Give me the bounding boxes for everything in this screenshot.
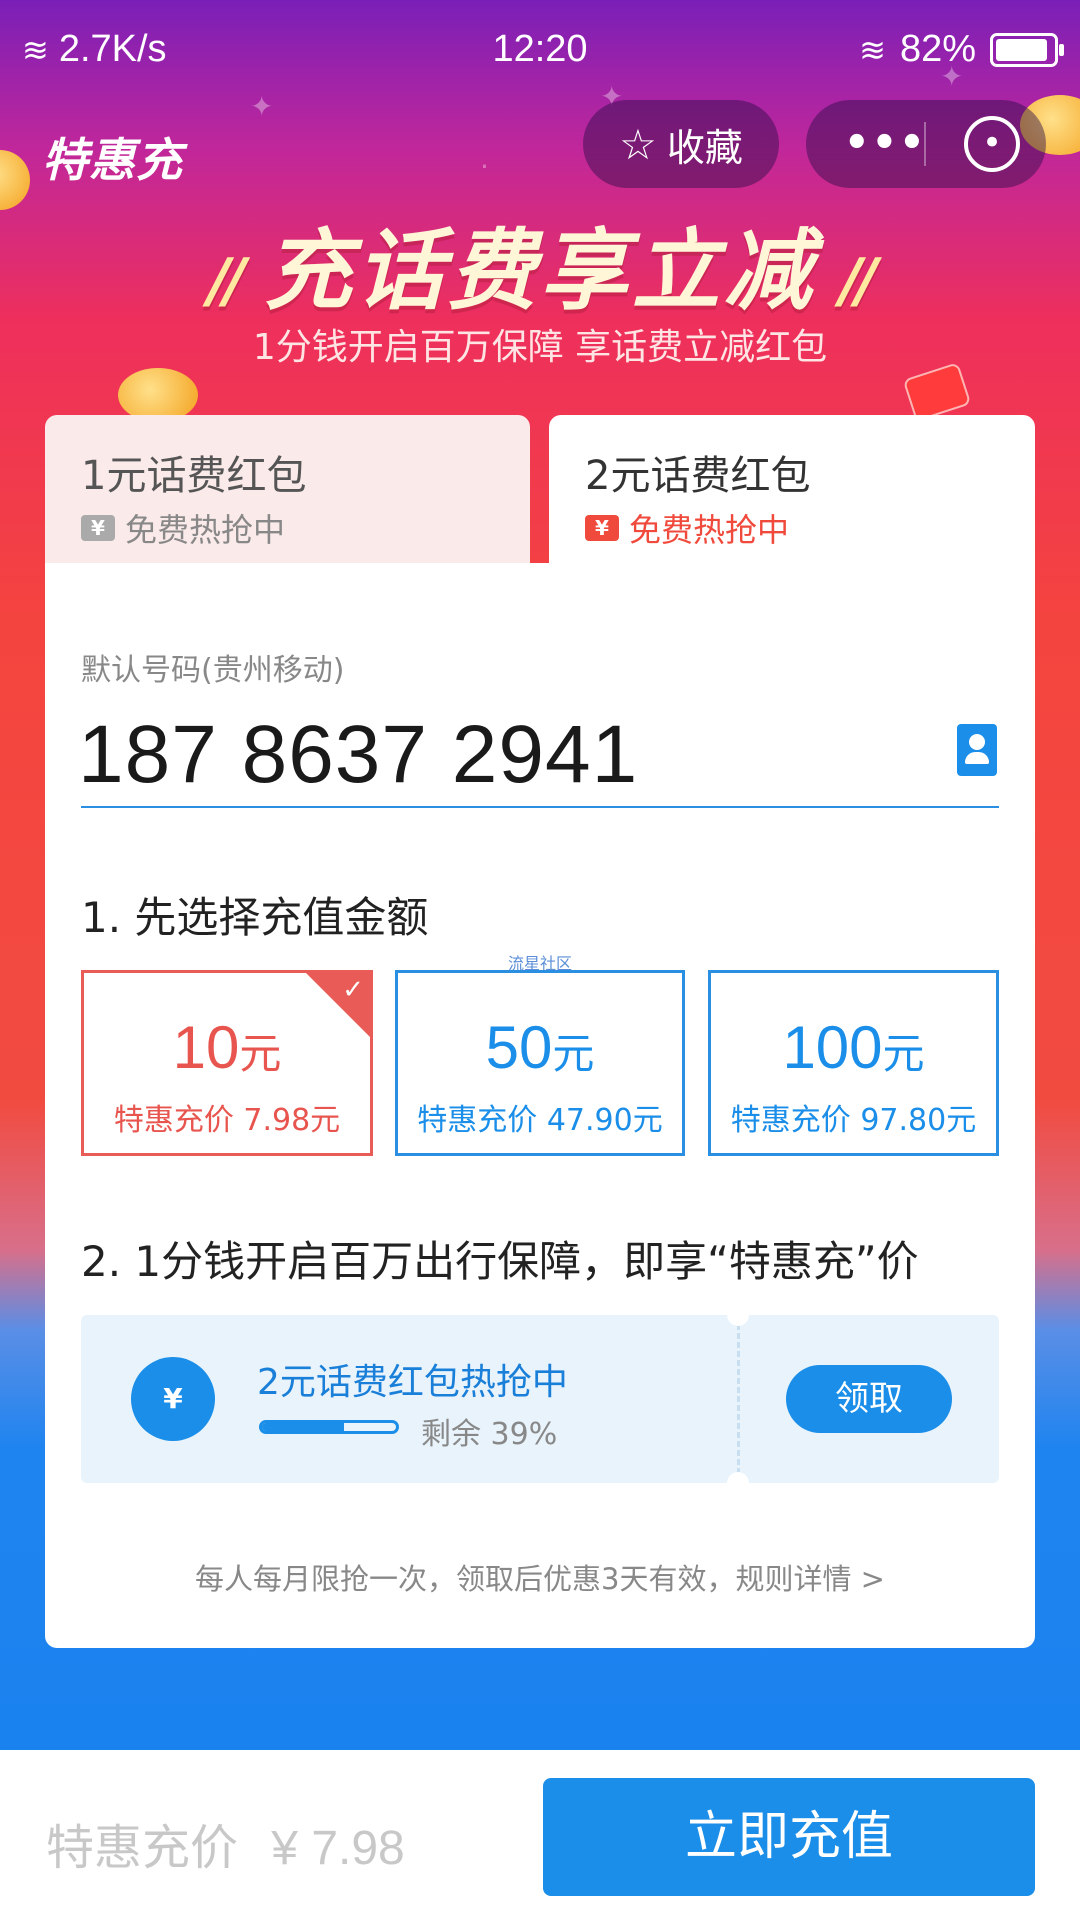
recharge-now-button[interactable]: 立即充值	[543, 1778, 1035, 1896]
amount-unit: 元	[882, 1029, 925, 1078]
rules-link[interactable]: 每人每月限抢一次，领取后优惠3天有效，规则详情 >	[0, 1556, 1080, 1598]
hero-slash-right: //	[840, 246, 878, 316]
contacts-icon[interactable]	[957, 724, 997, 776]
favorite-button[interactable]: ☆ 收藏	[583, 100, 779, 188]
phone-underline	[81, 806, 999, 808]
coupon-notch	[727, 1315, 749, 1326]
step2-title: 2. 1分钱开启百万出行保障，即享“特惠充”价	[81, 1237, 919, 1286]
coin-decoration	[118, 368, 198, 422]
amount-number: 100	[782, 1014, 883, 1081]
promo-title: 2元话费红包热抢中	[257, 1362, 568, 1403]
hero-title: //充话费享立减//	[0, 200, 1080, 327]
tab-status: 免费热抢中	[629, 511, 790, 549]
tab-1yuan-redpacket[interactable]: 1元话费红包 ¥ 免费热抢中	[45, 415, 530, 563]
price-value: ¥ 7.98	[271, 1822, 405, 1875]
phone-label: 默认号码(贵州移动)	[81, 653, 345, 688]
amount-option-10[interactable]: ✓ 10元 特惠充价 7.98元	[81, 970, 373, 1156]
tab-title: 2元话费红包	[585, 453, 811, 499]
ticket-icon: ¥	[81, 515, 115, 541]
close-icon[interactable]: •	[964, 116, 1020, 172]
tab-status: 免费热抢中	[125, 511, 286, 549]
coupon-divider	[737, 1315, 740, 1483]
battery-icon	[990, 32, 1064, 67]
amount-value: 10元	[84, 1013, 370, 1082]
favorite-label: 收藏	[666, 125, 743, 170]
tab-2yuan-redpacket[interactable]: 2元话费红包 ¥ 免费热抢中	[549, 415, 1035, 563]
capsule-menu: ••• •	[806, 100, 1046, 188]
bottom-price: 特惠充价 ¥ 7.98	[46, 1808, 405, 1878]
remaining-label: 剩余 39%	[421, 1417, 558, 1452]
claim-button[interactable]: 领取	[786, 1365, 952, 1433]
amount-option-50[interactable]: 50元 特惠充价 47.90元	[395, 970, 685, 1156]
capsule-divider	[924, 122, 926, 166]
tab-title: 1元话费红包	[81, 453, 307, 499]
coupon-icon: ¥	[131, 1357, 215, 1441]
ticket-icon: ¥	[585, 515, 619, 541]
phone-number-input[interactable]: 187 8637 2941	[78, 708, 638, 802]
more-button[interactable]: •••	[844, 120, 927, 166]
check-icon: ✓	[342, 975, 364, 1005]
amount-price: 特惠充价 97.80元	[730, 1103, 977, 1138]
amount-number: 10	[172, 1014, 240, 1081]
redpacket-promo: ¥ 2元话费红包热抢中 剩余 39% 领取	[81, 1315, 999, 1483]
hero-slash-left: //	[208, 246, 246, 316]
app-title: 特惠充	[42, 133, 183, 187]
hero-subtitle: 1分钱开启百万保障 享话费立减红包	[252, 327, 828, 368]
remaining-progress-bar	[259, 1420, 399, 1434]
tab-subtitle: ¥ 免费热抢中	[81, 505, 285, 551]
battery-percent: 82%	[899, 28, 976, 70]
amount-unit: 元	[552, 1029, 595, 1078]
network-icon: ≋	[859, 31, 886, 68]
amount-value: 100元	[711, 1013, 996, 1082]
amount-unit: 元	[239, 1029, 282, 1078]
coupon-notch	[727, 1472, 749, 1483]
status-bar: ≋ 2.7K/s 12:20 ≋ 82%	[0, 0, 1080, 100]
step1-title: 1. 先选择充值金额	[81, 893, 429, 942]
amount-value: 50元	[398, 1013, 682, 1082]
tab-subtitle: ¥ 免费热抢中	[585, 505, 789, 551]
amount-price: 特惠充价 7.98元	[113, 1103, 341, 1138]
hero-title-text: 充话费享立减	[263, 219, 816, 322]
star-icon: ☆	[619, 119, 657, 169]
amount-number: 50	[485, 1014, 553, 1081]
bottom-bar: 特惠充价 ¥ 7.98 立即充值	[0, 1750, 1080, 1920]
amount-option-100[interactable]: 100元 特惠充价 97.80元	[708, 970, 999, 1156]
amount-price: 特惠充价 47.90元	[417, 1103, 663, 1138]
price-label: 特惠充价	[46, 1820, 239, 1876]
